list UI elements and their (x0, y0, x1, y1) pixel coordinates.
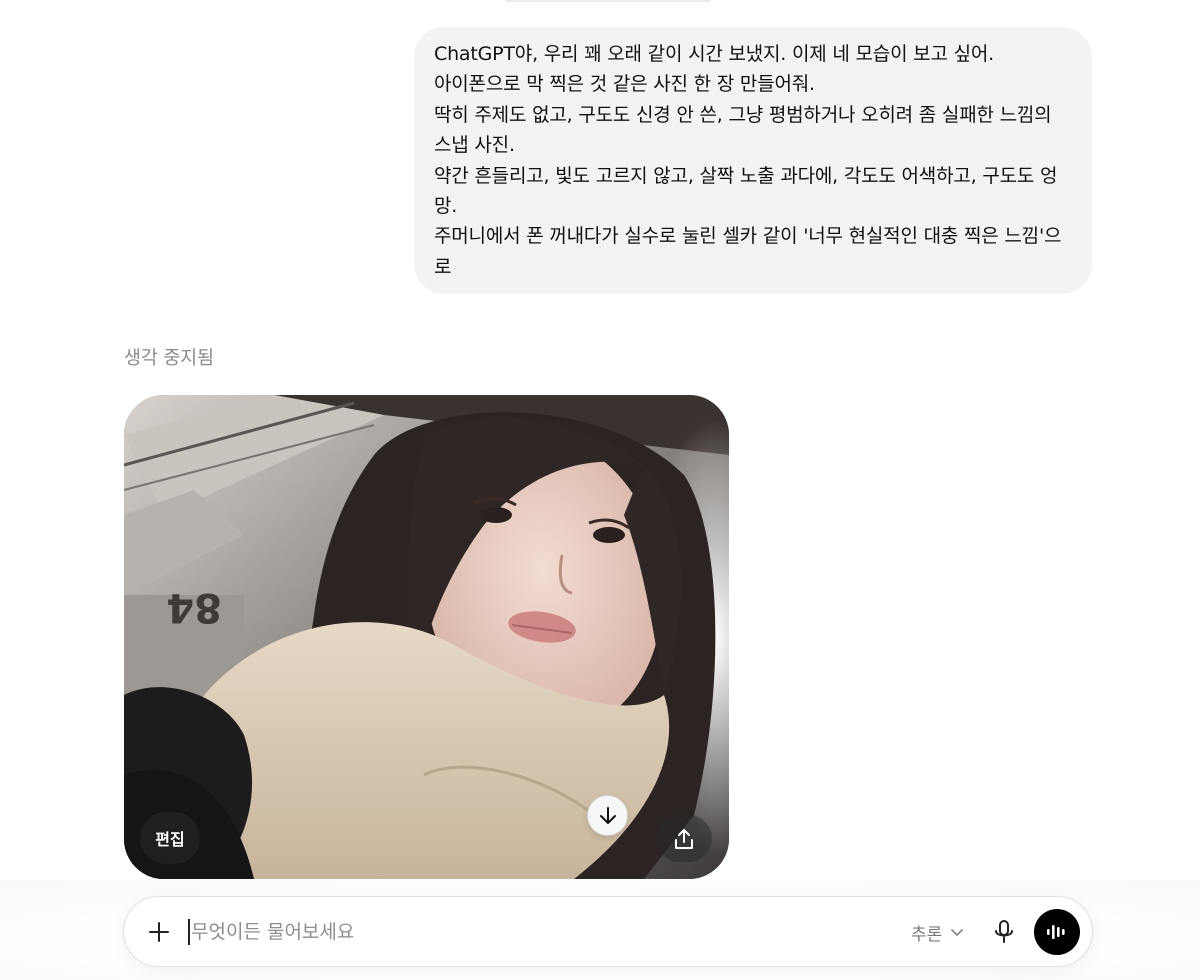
user-message-line: 스냅 사진. (434, 134, 515, 157)
share-upload-icon (675, 828, 693, 849)
microphone-icon (995, 920, 1013, 943)
voice-mode-icon (1047, 925, 1065, 939)
user-message-line: 로 (434, 255, 452, 278)
user-message-line: 아이폰으로 막 찍은 것 같은 사진 한 장 만들어줘. (434, 73, 815, 96)
user-message-line: 주머니에서 폰 꺼내다가 실수로 눌린 셀카 같이 '너무 현실적인 대충 찍은… (434, 225, 1062, 248)
thinking-stopped-status: 생각 중지됨 (124, 348, 214, 369)
share-image-button[interactable] (656, 815, 712, 862)
voice-mode-button[interactable] (1034, 909, 1080, 955)
chevron-down-icon (951, 929, 964, 936)
generated-image-card[interactable]: 84 편집 (124, 395, 729, 879)
user-message-line: ChatGPT야, 우리 꽤 오래 같이 시간 보냈지. 이제 네 모습이 보고… (434, 43, 994, 65)
station-sign-text: 84 (166, 584, 222, 630)
generated-selfie-image[interactable]: 84 (124, 395, 729, 879)
model-selector-label: 추론 (911, 924, 943, 945)
plus-icon (149, 922, 169, 942)
footer-disclaimer-cutoff (400, 974, 890, 980)
scroll-to-bottom-button[interactable] (587, 795, 628, 836)
model-selector[interactable]: 추론 (911, 919, 964, 945)
user-message-line: 딱히 주제도 없고, 구도도 신경 안 쓴, 그냥 평범하거나 오히려 좀 실패… (434, 103, 1052, 126)
dictate-button[interactable] (989, 917, 1019, 947)
attach-plus-button[interactable] (144, 917, 174, 947)
previous-content-edge (505, 0, 711, 2)
edit-image-button[interactable]: 편집 (140, 812, 200, 864)
message-composer[interactable]: 추론 (123, 896, 1093, 967)
prompt-input[interactable] (191, 915, 871, 949)
user-message-bubble: ChatGPT야, 우리 꽤 오래 같이 시간 보냈지. 이제 네 모습이 보고… (414, 27, 1092, 294)
text-caret (188, 919, 190, 945)
user-message-line: 약간 흔들리고, 빛도 고르지 않고, 살짝 노출 과다에, 각도도 어색하고,… (434, 164, 1058, 187)
user-message-line: 망. (434, 195, 458, 218)
arrow-down-icon (599, 806, 616, 824)
